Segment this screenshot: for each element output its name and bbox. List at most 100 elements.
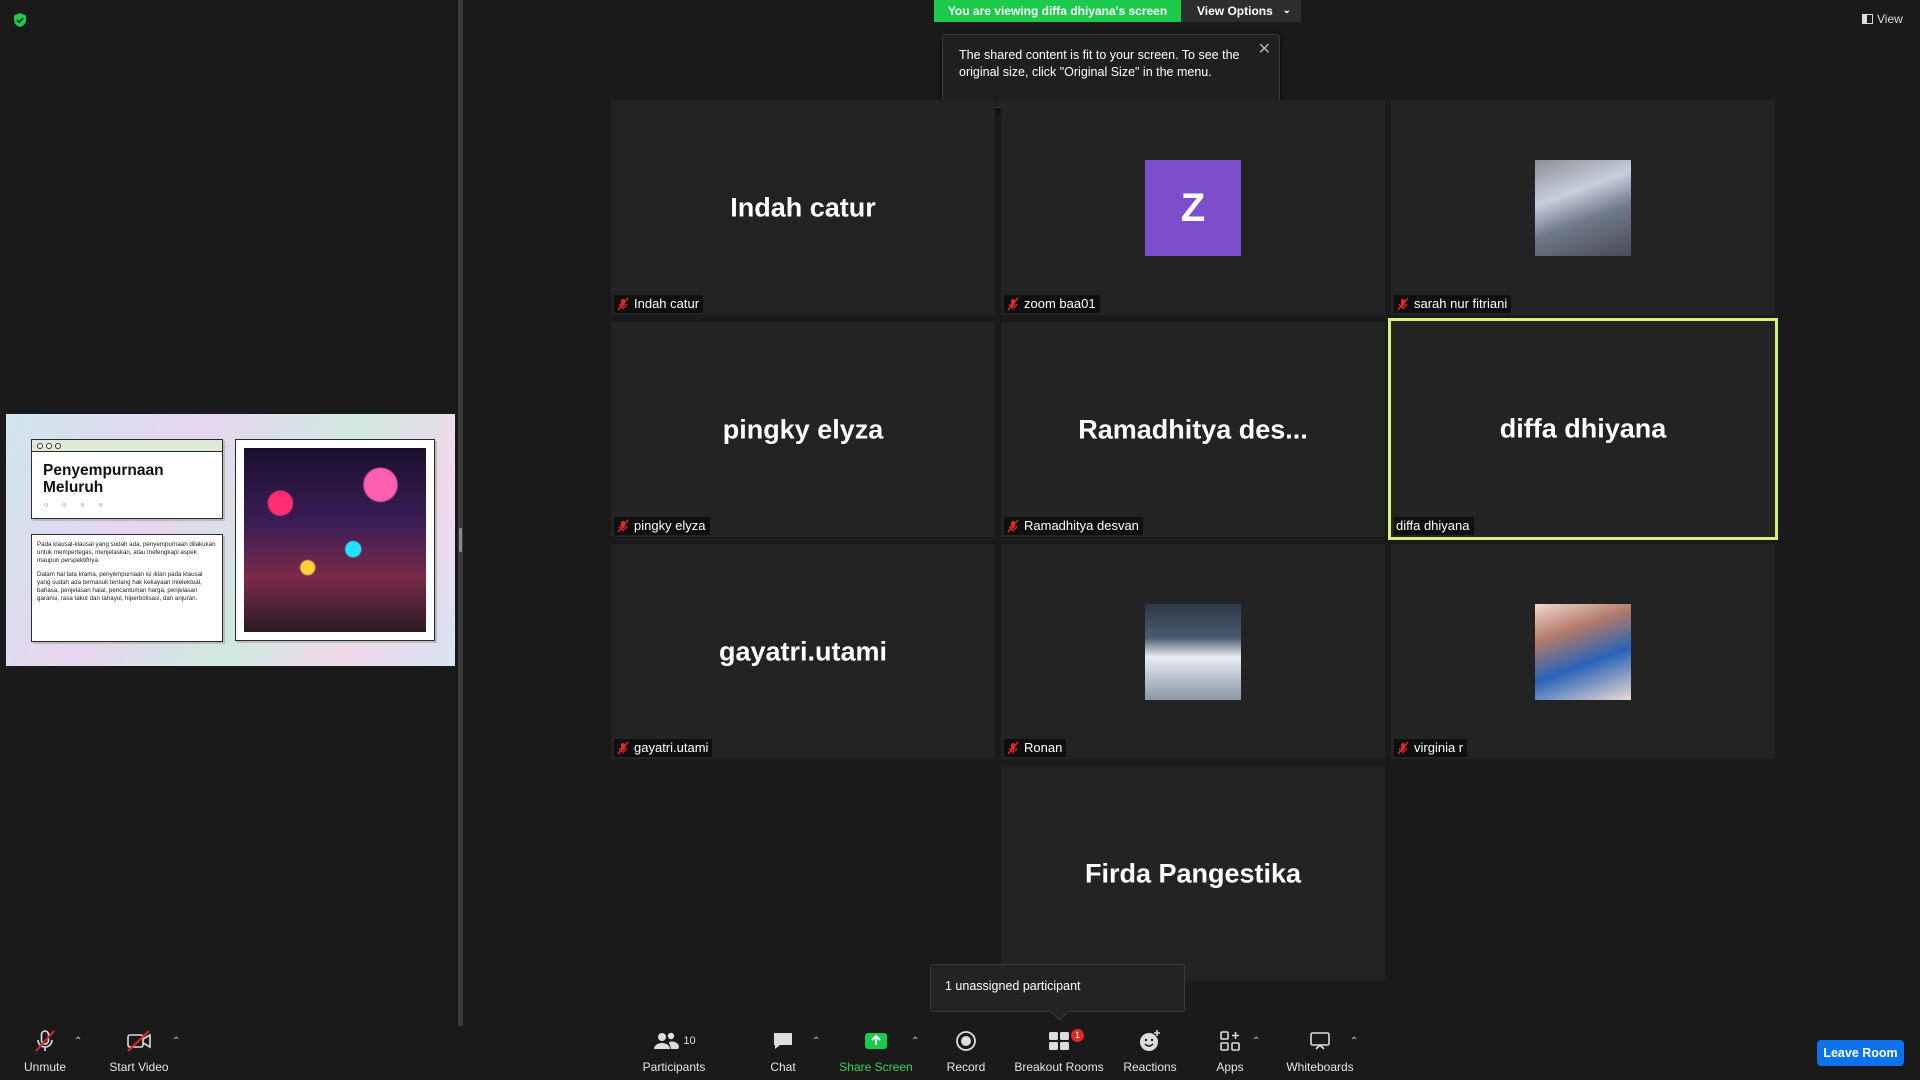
apps-button[interactable]: Apps [1210,1026,1250,1080]
whiteboards-button[interactable]: Whiteboards [1280,1026,1360,1080]
grid-view-icon [1862,14,1873,24]
participants-button[interactable]: 10 Participants [636,1026,712,1080]
apps-options-chevron-icon[interactable]: ⌃ [1252,1036,1260,1047]
mic-muted-icon [1397,741,1409,755]
participant-label-text: pingky elyza [634,518,706,533]
breakout-rooms-button[interactable]: 1 Breakout Rooms [1012,1026,1106,1080]
share-screen-button[interactable]: Share Screen [838,1026,914,1080]
participant-display-name: pingky elyza [722,414,884,444]
share-options-chevron-icon[interactable]: ⌃ [911,1036,919,1047]
pane-divider[interactable] [458,0,463,1026]
slide-paragraph-2: Dalam hal tata krama, penyempurnaan isi … [37,571,203,602]
unassigned-text: 1 unassigned participant [945,979,1081,993]
share-screen-label: Share Screen [839,1060,913,1074]
share-screen-icon [865,1033,887,1049]
view-options-label: View Options [1197,4,1273,18]
chat-label: Chat [770,1060,796,1074]
participant-name-label: gayatri.utami [614,739,713,757]
participant-display-name: Ramadhitya des... [1078,414,1308,444]
record-icon [956,1031,976,1051]
view-button[interactable]: View [1862,12,1903,26]
divider-drag-handle[interactable] [459,528,462,552]
security-shield-icon[interactable] [12,12,28,28]
slide-paragraph-1: Pada klausal-klausal yang sudah ada, pen… [37,541,216,564]
participant-name-label: pingky elyza [614,517,710,535]
participant-tile[interactable]: Ramadhitya des... Ramadhitya desvan [1001,322,1385,537]
participant-tile[interactable]: sarah nur fitriani [1391,100,1775,315]
audio-options-chevron-icon[interactable]: ⌃ [74,1036,82,1047]
chat-button[interactable]: Chat [758,1026,808,1080]
reactions-label: Reactions [1123,1060,1177,1074]
participant-tile[interactable]: gayatri.utami gayatri.utami [611,544,995,759]
participant-photo [1145,603,1241,700]
breakout-rooms-icon [1049,1032,1069,1050]
record-button[interactable]: Record [940,1026,992,1080]
participant-label-text: Ronan [1024,740,1063,755]
chat-options-chevron-icon[interactable]: ⌃ [812,1036,820,1047]
chevron-down-icon: ⌄ [1282,5,1291,16]
mic-muted-icon [617,297,629,311]
participant-display-name: Firda Pangestika [1084,858,1302,888]
zoom-window: Penyempurnaan Meluruh ○ ○ ○ ○ Pada klaus… [0,0,1920,1080]
record-label: Record [946,1060,986,1074]
fit-screen-tooltip: The shared content is fit to your screen… [942,34,1280,108]
participants-count: 10 [683,1035,696,1047]
mic-muted-icon [1397,297,1409,311]
participant-tile[interactable]: Indah catur Indah catur [611,100,995,315]
participant-name-label: sarah nur fitriani [1394,295,1512,313]
whiteboards-label: Whiteboards [1286,1060,1354,1074]
reactions-smiley-icon [1140,1030,1160,1051]
participant-tile[interactable]: Firda Pangestika [1001,766,1385,981]
mic-muted-icon [1007,519,1019,533]
shared-screen-pane: Penyempurnaan Meluruh ○ ○ ○ ○ Pada klaus… [0,0,458,1026]
participant-display-name: diffa dhiyana [1499,413,1667,444]
participant-name-label: Ronan [1004,739,1067,757]
participant-name-label: Ramadhitya desvan [1004,517,1143,535]
start-video-button[interactable]: Start Video [104,1026,174,1080]
slide-title-card: Penyempurnaan Meluruh ○ ○ ○ ○ [31,439,223,519]
mic-muted-icon [1007,297,1019,311]
participant-name-label: zoom baa01 [1004,295,1100,313]
apps-label: Apps [1216,1060,1244,1074]
video-options-chevron-icon[interactable]: ⌃ [172,1036,180,1047]
city-night-photo [244,448,426,632]
mic-muted-icon [617,519,629,533]
unmute-button[interactable]: Unmute [18,1026,72,1080]
mic-muted-icon [35,1030,55,1052]
leave-room-button[interactable]: Leave Room [1817,1040,1904,1066]
chat-icon [774,1033,792,1049]
participant-label-text: diffa dhiyana [1396,518,1470,533]
viewing-screen-banner: You are viewing diffa dhiyana's screen [934,0,1181,22]
slide-text-card: Pada klausal-klausal yang sudah ada, pen… [31,534,223,642]
participant-label-text: Indah catur [634,296,700,311]
reactions-button[interactable]: Reactions [1122,1026,1178,1080]
slide-dots: ○ ○ ○ ○ [44,502,109,509]
view-options-button[interactable]: View Options ⌄ [1181,0,1301,22]
video-off-icon [127,1030,151,1052]
participant-tile[interactable]: virginia r [1391,544,1775,759]
participant-label-text: zoom baa01 [1024,296,1096,311]
participant-avatar: Z [1145,159,1241,256]
unassigned-participant-popup[interactable]: 1 unassigned participant [930,964,1185,1012]
start-video-label: Start Video [109,1060,169,1074]
participant-photo [1535,159,1631,256]
participant-label-text: Ramadhitya desvan [1024,518,1139,533]
participant-display-name: Indah catur [730,192,876,222]
shared-slide: Penyempurnaan Meluruh ○ ○ ○ ○ Pada klaus… [6,414,455,666]
participant-display-name: gayatri.utami [718,636,888,666]
participant-tile[interactable]: Ronan [1001,544,1385,759]
whiteboard-icon [1310,1032,1330,1050]
slide-window-bar [32,440,222,452]
active-speaker-tile[interactable]: diffa dhiyana diffa dhiyana [1388,318,1778,540]
apps-icon [1220,1031,1240,1051]
breakout-rooms-label: Breakout Rooms [1014,1060,1104,1074]
participant-tile[interactable]: Z zoom baa01 [1001,100,1385,315]
breakout-badge: 1 [1070,1029,1084,1042]
close-icon[interactable]: ✕ [1258,41,1271,58]
participant-photo [1535,603,1631,700]
whiteboard-options-chevron-icon[interactable]: ⌃ [1350,1036,1358,1047]
slide-title: Penyempurnaan Meluruh [43,462,164,496]
participant-tile[interactable]: pingky elyza pingky elyza [611,322,995,537]
mic-muted-icon [1007,741,1019,755]
unmute-label: Unmute [23,1060,67,1074]
